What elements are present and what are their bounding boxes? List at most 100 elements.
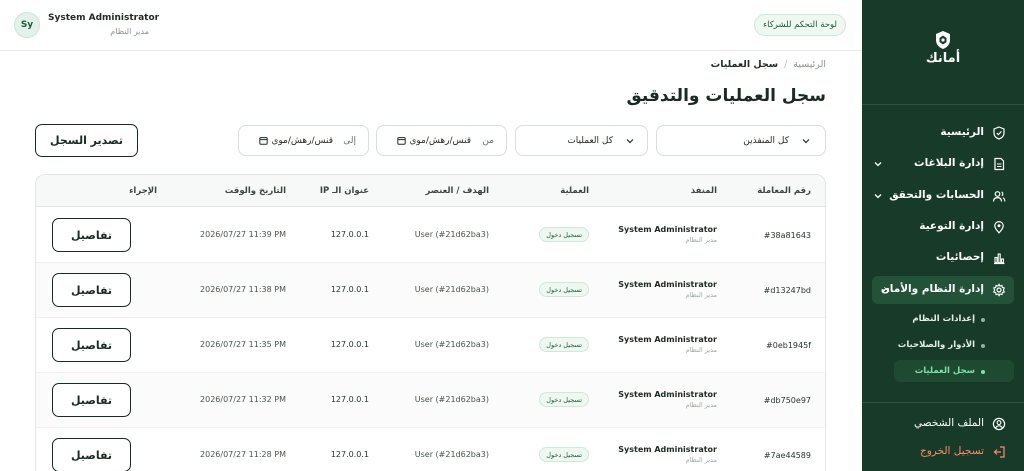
date-from-value: قنس/رهش/موي [409, 136, 471, 146]
table-row: #0eb1945f System Administrator مدير النظا… [36, 318, 825, 373]
logout-label: تسجيل الخروج [919, 445, 984, 457]
date-from-field[interactable]: من قنس/رهش/موي [376, 125, 507, 156]
column-header-action: الإجراء [129, 186, 157, 196]
sidebar: أمانك الرئيسية إدارة البلاغات الحسابات و… [862, 0, 1024, 471]
chevron-down-icon [626, 139, 634, 144]
sidebar-item-label: الرئيسية [940, 126, 984, 138]
transaction-id: #38a81643 [763, 231, 811, 240]
chevron-up-icon [882, 287, 890, 292]
column-header-operation: العملية [560, 186, 589, 196]
bullet-dot-icon [981, 370, 985, 374]
sidebar-subitem-roles[interactable]: الأدوار والصلاحيات [894, 334, 1014, 356]
breadcrumb-home[interactable]: الرئيسية [793, 59, 826, 70]
column-header-id: رقم المعاملة [757, 186, 811, 196]
avatar: Sy [14, 12, 40, 38]
breadcrumb-current: سجل العمليات [710, 59, 779, 70]
details-button[interactable]: تفاصيل [52, 438, 131, 471]
details-button[interactable]: تفاصيل [52, 328, 131, 362]
column-header-target: الهدف / العنصر [425, 186, 489, 196]
transaction-id: #db750e97 [763, 396, 811, 405]
sidebar-item-statistics[interactable]: إحصائيات [872, 246, 1014, 270]
sidebar-item-label: إحصائيات [935, 251, 984, 263]
sidebar-subitem-system-settings[interactable]: إعدادات النظام [894, 308, 1014, 330]
target-cell: User (#21d62ba3) [414, 230, 489, 239]
breadcrumb-separator: / [784, 59, 788, 70]
sidebar-subitem-label: سجل العمليات [914, 366, 975, 376]
brand-logo[interactable]: أمانك [862, 30, 1024, 66]
ip-cell: 127.0.0.1 [330, 285, 369, 294]
details-button[interactable]: تفاصيل [52, 218, 131, 252]
actor-cell: System Administrator مدير النظام [618, 225, 717, 244]
sidebar-item-system-security[interactable]: إدارة النظام والأمان [872, 276, 1014, 304]
column-header-datetime: التاريخ والوقت [224, 186, 286, 196]
user-name: System Administrator [48, 13, 160, 23]
table-row: #d13247bd System Administrator مدير النظا… [36, 263, 825, 318]
table-row: #db750e97 System Administrator مدير النظا… [36, 373, 825, 428]
calendar-icon[interactable] [259, 136, 268, 145]
transaction-id: #7ae44589 [763, 451, 811, 460]
operation-badge: تسجيل دخول [539, 337, 589, 352]
users-icon [992, 191, 1006, 202]
sidebar-subitem-label: الأدوار والصلاحيات [897, 340, 975, 350]
column-header-ip: عنوان الـ IP [319, 186, 369, 196]
column-header-actor: المنفذ [690, 186, 717, 196]
sidebar-subitem-operations-log[interactable]: سجل العمليات [894, 360, 1014, 382]
sidebar-item-label: إدارة التوعية [919, 220, 984, 232]
date-from-label: من [482, 136, 494, 146]
operation-filter-select[interactable]: كل العمليات [515, 125, 648, 156]
bullet-dot-icon [981, 344, 985, 348]
top-bar: لوحة التحكم للشركاء Sy System Administra… [0, 0, 862, 51]
date-to-field[interactable]: إلى قنس/رهش/موي [238, 125, 369, 156]
actor-role: مدير النظام [685, 236, 717, 244]
transaction-id: #0eb1945f [766, 341, 811, 350]
page-title: سجل العمليات والتدقيق [626, 86, 826, 106]
operation-badge: تسجيل دخول [539, 282, 589, 297]
user-circle-icon [992, 417, 1006, 431]
actor-cell: System Administrator مدير النظام [618, 445, 717, 464]
sidebar-item-label: الحسابات والتحقق [889, 189, 984, 201]
sidebar-item-profile[interactable]: الملف الشخصي [872, 412, 1014, 436]
actor-cell: System Administrator مدير النظام [618, 280, 717, 299]
awareness-pin-icon [994, 220, 1004, 234]
brand-name: أمانك [925, 51, 961, 66]
sidebar-item-home[interactable]: الرئيسية [872, 121, 1014, 145]
operation-badge: تسجيل دخول [539, 392, 589, 407]
actor-role: مدير النظام [685, 401, 717, 409]
ip-cell: 127.0.0.1 [330, 450, 369, 459]
ip-cell: 127.0.0.1 [330, 395, 369, 404]
sidebar-item-accounts[interactable]: الحسابات والتحقق [872, 184, 1014, 208]
details-button[interactable]: تفاصيل [52, 383, 131, 417]
operations-table: رقم المعاملة المنفذ العملية الهدف / العن… [35, 174, 826, 471]
datetime-cell: 2026/07/27 11:32 PM [200, 395, 286, 404]
executor-filter-select[interactable]: كل المنفذين [656, 125, 826, 156]
sidebar-item-label: الملف الشخصي [914, 417, 984, 429]
sidebar-item-label: إدارة النظام والأمان [880, 283, 984, 295]
actor-name: System Administrator [618, 225, 717, 234]
export-log-button[interactable]: تصدير السجل [35, 124, 138, 157]
sidebar-divider [862, 402, 1024, 403]
calendar-icon[interactable] [397, 136, 406, 145]
target-cell: User (#21d62ba3) [414, 285, 489, 294]
datetime-cell: 2026/07/27 11:28 PM [200, 450, 286, 459]
target-cell: User (#21d62ba3) [414, 395, 489, 404]
executor-filter-value: كل المنفذين [743, 136, 789, 146]
partner-dashboard-badge[interactable]: لوحة التحكم للشركاء [754, 14, 846, 36]
actor-role: مدير النظام [685, 346, 717, 354]
actor-name: System Administrator [618, 280, 717, 289]
bullet-dot-icon [981, 318, 985, 322]
bar-chart-icon [994, 253, 1005, 265]
file-report-icon [994, 157, 1005, 171]
shield-check-icon [993, 126, 1005, 140]
sidebar-divider [862, 104, 1024, 105]
logout-button[interactable]: تسجيل الخروج [872, 440, 1014, 464]
target-cell: User (#21d62ba3) [414, 450, 489, 459]
date-to-label: إلى [343, 136, 356, 146]
sidebar-item-reports[interactable]: إدارة البلاغات [872, 152, 1014, 176]
gear-icon [992, 283, 1006, 297]
sidebar-item-awareness[interactable]: إدارة التوعية [872, 215, 1014, 239]
datetime-cell: 2026/07/27 11:39 PM [200, 230, 286, 239]
sidebar-subitem-label: إعدادات النظام [912, 314, 975, 324]
details-button[interactable]: تفاصيل [52, 273, 131, 307]
chevron-down-icon [874, 162, 882, 167]
user-menu[interactable]: Sy System Administrator مدير النظام [14, 12, 159, 40]
